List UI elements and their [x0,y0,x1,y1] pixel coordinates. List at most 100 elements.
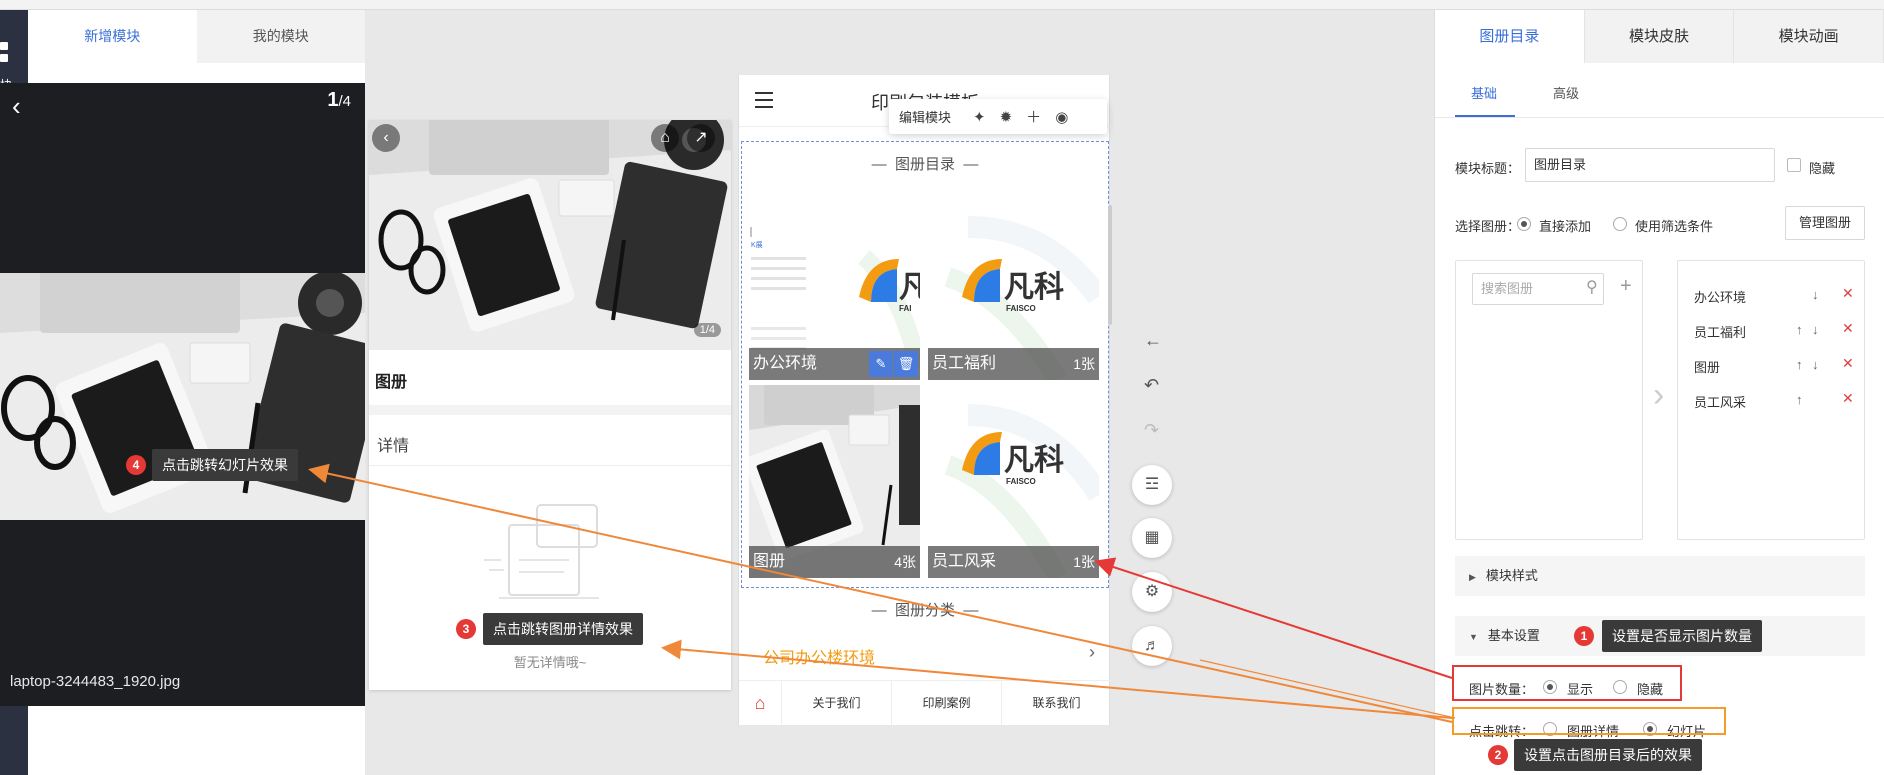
tab-module-animation[interactable]: 模块动画 [1734,10,1884,63]
badge-1: 1 [1574,626,1594,646]
manage-albums-button[interactable]: 管理图册 [1785,206,1865,240]
remove-icon[interactable]: ✕ [1842,390,1854,407]
move-up-icon[interactable]: ↑ [1796,357,1803,372]
arrow-left-icon[interactable]: ← [1144,330,1162,351]
radio-filter[interactable] [1613,217,1627,231]
album-caption: 图册 4张 [749,546,920,578]
fan-icon[interactable]: ✹ [1000,108,1013,126]
album-cell[interactable]: 图册 4张 [749,385,920,578]
module-style-section[interactable]: ▶ 模块样式 [1455,556,1865,596]
modules-grid-icon[interactable] [0,42,10,64]
home-nav-icon[interactable]: ⌂ [739,681,781,725]
move-up-icon[interactable]: ↑ [1796,392,1803,407]
tab-module-skin[interactable]: 模块皮肤 [1585,10,1735,63]
callout-slideshow-effect: 点击跳转幻灯片效果 [152,449,298,481]
move-down-icon[interactable]: ↓ [1812,322,1819,337]
move-down-icon[interactable]: ↓ [1812,357,1819,372]
nav-cases[interactable]: 印刷案例 [891,681,1001,725]
chevron-right-icon[interactable]: › [1089,642,1095,663]
category-link[interactable]: 公司办公楼环境 [763,644,875,668]
subtab-basic[interactable]: 基础 [1471,83,1497,102]
module-title-input[interactable]: 图册目录 [1525,148,1775,182]
section-title-catalog: — 图册目录 — [871,156,979,173]
album-caption: 员工风采 1张 [928,546,1099,578]
brand-name-en: FAISCO [1006,477,1036,486]
move-up-icon[interactable]: ↑ [1796,322,1803,337]
nav-contact[interactable]: 联系我们 [1001,681,1111,725]
search-icon[interactable]: ⚲ [1586,277,1598,297]
add-icon[interactable]: ＋ [1026,106,1041,127]
slide-photo [0,273,365,520]
hide-title-checkbox[interactable] [1787,158,1801,172]
caret-down-icon: ▼ [1469,632,1478,642]
divider [369,405,731,415]
album-cell-tools: ✎ 🗑 [868,351,918,377]
move-down-icon[interactable]: ↓ [1812,287,1819,302]
edit-module-button[interactable]: 编辑模块 [899,107,951,126]
add-icon[interactable]: + [1620,275,1632,298]
remove-icon[interactable]: ✕ [1842,355,1854,372]
undo-icon[interactable]: ↶ [1144,375,1159,396]
sub-tabs: 基础 高级 [1435,63,1884,118]
section-title-category: — 图册分类 — [871,602,979,619]
album-detail-preview: ‹ ⌂ ↗ 1/4 图册 详情 暂无详情哦~ [369,120,731,690]
detail-title: 图册 [375,374,408,391]
canvas-scrollbar[interactable] [1108,205,1112,325]
album-caption: 员工福利 1张 [928,348,1099,380]
album-search-input[interactable]: 搜索图册 [1472,273,1604,305]
list-item: 办公环境 [1694,290,1747,305]
highlight-photo-count [1452,665,1682,701]
subtab-advanced[interactable]: 高级 [1553,83,1579,102]
move-right-chevron-icon[interactable]: › [1653,376,1664,415]
brand-name-en: FAISCO [1006,304,1036,313]
empty-detail-text: 暂无详情哦~ [513,655,587,670]
redo-icon[interactable]: ↷ [1144,420,1159,441]
brand-name: 凡科 [1004,443,1064,478]
tab-my-modules[interactable]: 我的模块 [196,10,365,63]
sound-icon[interactable]: ♬ [1132,626,1172,666]
detail-back-icon[interactable]: ‹ [372,124,400,152]
slide-filename: laptop-3244483_1920.jpg [10,673,181,690]
slide-pager: 1/4 [327,89,351,111]
radio-filter-label: 使用筛选条件 [1635,219,1714,234]
nav-about[interactable]: 关于我们 [781,681,891,725]
remove-icon[interactable]: ✕ [1842,320,1854,337]
empty-illustration-icon [484,504,599,599]
detail-photo [369,120,731,350]
share-icon[interactable]: ↗ [687,124,715,152]
badge-4: 4 [126,455,146,475]
callout-click-effect: 设置点击图册目录后的效果 [1514,739,1702,771]
top-strip [0,0,1884,10]
album-cell[interactable]: K展 凡 FAI 办公环境 ✎ 🗑 [749,187,920,380]
brand-name: 凡科 [1004,270,1064,305]
list-item: 员工风采 [1694,395,1747,410]
bottom-nav: ⌂ 关于我们 印刷案例 联系我们 [739,680,1111,725]
callout-photo-count: 设置是否显示图片数量 [1602,620,1762,652]
edit-icon[interactable]: ✎ [869,351,893,377]
tab-new-modules[interactable]: 新增模块 [28,10,197,63]
radio-direct-add[interactable] [1517,217,1531,231]
radio-direct-add-label: 直接添加 [1539,219,1592,234]
active-tab-indicator [1455,115,1515,117]
album-cell[interactable]: 凡科 FAISCO 员工风采 1张 [928,385,1099,578]
module-title-label: 模块标题： [1455,161,1521,176]
skin-shirt-icon[interactable]: ☲ [1132,465,1172,505]
home-icon[interactable]: ⌂ [651,124,679,152]
badge-2: 2 [1488,745,1508,765]
remove-icon[interactable]: ✕ [1842,285,1854,302]
modules-grid-icon[interactable]: ▦ [1132,518,1172,558]
hide-title-label: 隐藏 [1809,161,1836,176]
back-icon[interactable]: ‹ [12,91,21,122]
tab-album-catalog[interactable]: 图册目录 [1435,10,1585,63]
settings-gear-icon[interactable]: ⚙ [1132,572,1172,612]
select-album-label: 选择图册： [1455,219,1521,234]
eye-icon[interactable]: ◉ [1055,108,1068,126]
detail-subtitle: 详情 [377,438,410,455]
delete-icon[interactable]: 🗑 [894,351,918,377]
list-item: 员工福利 [1694,325,1747,340]
magic-wand-icon[interactable]: ✦ [973,108,986,126]
album-source-list: 搜索图册 ⚲ + [1455,260,1643,540]
photo-counter: 1/4 [693,323,721,337]
album-cell[interactable]: 凡科 FAISCO 员工福利 1张 [928,187,1099,380]
list-item: 图册 [1694,360,1721,375]
